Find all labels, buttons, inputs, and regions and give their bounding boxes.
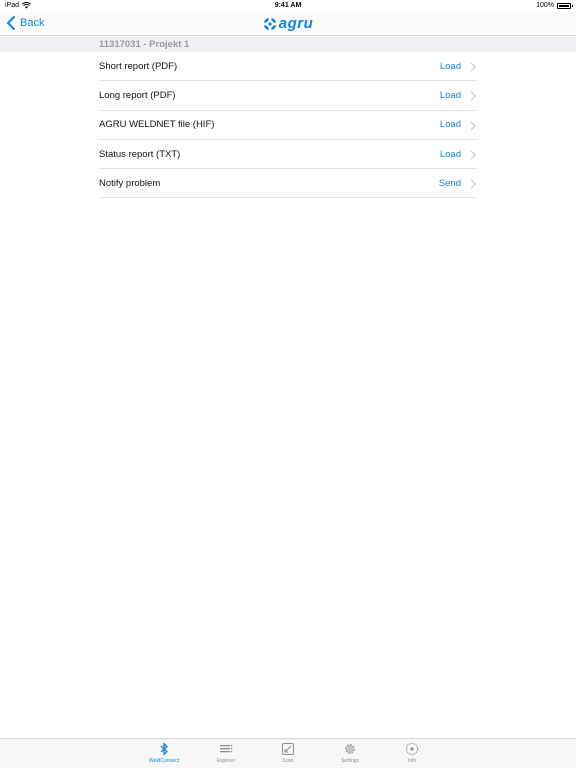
list-item-long-report[interactable]: Long report (PDF) Load [99,81,477,111]
logo-text: agru [278,15,314,32]
tab-label: Scan [282,758,294,764]
list-item-notify-problem[interactable]: Notify problem Send [99,169,477,199]
row-label: Status report (TXT) [99,148,181,160]
report-list: Short report (PDF) Load Long report (PDF… [99,52,477,199]
load-button[interactable]: Load [440,90,461,101]
chevron-right-icon [470,121,476,131]
chevron-right-icon [470,91,476,101]
bluetooth-icon [160,742,168,756]
tab-bar: WeldConnect Explorer Scan Settings Info [0,738,576,768]
gear-icon [345,744,355,754]
tab-scan[interactable]: Scan [268,742,308,764]
list-item-status-report[interactable]: Status report (TXT) Load [99,140,477,170]
list-item-short-report[interactable]: Short report (PDF) Load [99,52,477,82]
battery-percent: 100% [536,2,554,9]
load-button[interactable]: Load [440,61,461,72]
scan-icon [282,743,294,755]
load-button[interactable]: Load [440,149,461,160]
row-label: AGRU WELDNET file (HIF) [99,119,215,131]
row-label: Short report (PDF) [99,60,178,72]
chevron-right-icon [470,150,476,160]
tab-explorer[interactable]: Explorer [206,742,246,764]
list-item-weldnet-file[interactable]: AGRU WELDNET file (HIF) Load [99,111,477,140]
chevron-right-icon [470,179,476,189]
tab-label: Settings [340,758,360,764]
logo-mark-icon [262,16,277,31]
list-icon [220,745,233,753]
tab-info[interactable]: Info [392,742,432,764]
section-header: 11317031 - Projekt 1 [0,37,576,52]
row-label: Notify problem [99,177,161,189]
row-label: Long report (PDF) [99,89,176,101]
tab-weldconnect[interactable]: WeldConnect [144,742,184,764]
tab-settings[interactable]: Settings [330,742,370,764]
status-right: 100% [536,2,573,9]
load-button[interactable]: Load [440,119,461,130]
tab-label: Info [407,758,417,764]
battery-icon [557,2,573,9]
agru-logo: agru [0,15,576,32]
status-time: 9:41 AM [274,2,302,9]
status-bar: iPad 9:41 AM 100% [0,0,576,12]
tab-label: Explorer [216,758,236,764]
section-title: 11317031 - Projekt 1 [99,39,190,50]
chevron-right-icon [470,62,476,72]
send-button[interactable]: Send [439,178,461,189]
tab-label: WeldConnect [149,758,179,764]
navigation-bar: Back agru [0,12,576,36]
info-icon [406,743,418,755]
